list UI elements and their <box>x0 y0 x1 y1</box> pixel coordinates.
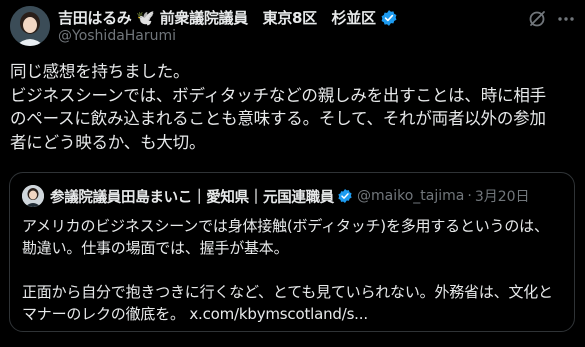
quoted-tweet[interactable]: 参議院議員田島まいこ｜愛知県｜元国連職員 @maiko_tajima · 3月2… <box>9 172 575 332</box>
separator-dot: · <box>467 188 472 204</box>
quoted-tweet-date[interactable]: 3月20日 <box>475 186 530 206</box>
author-handle[interactable]: @YoshidaHarumi <box>58 28 176 44</box>
grok-icon[interactable] <box>527 9 547 29</box>
tweet-text-line: 者にどう映るか、も大切。 <box>10 132 206 152</box>
quoted-text-line: 勘違い。仕事の場面では、握手が基本。 <box>22 239 289 257</box>
tweet-text-line: 同じ感想を持ちました。 <box>10 62 190 81</box>
quoted-tweet-text: アメリカのビジネスシーンでは身体接触(ボディタッチ)を多用するというのは、 勘違… <box>22 215 568 325</box>
author-name-row[interactable]: 吉田はるみ 🕊️ 前衆議院議員 東京8区 杉並区 <box>58 7 398 28</box>
quoted-text-line: マナーのレクの徹底を。 x.com/kbymscotland/s... <box>22 305 368 323</box>
verified-badge-icon <box>380 9 398 27</box>
quoted-author-avatar[interactable] <box>22 185 44 207</box>
tweet-text: 同じ感想を持ちました。 ビジネスシーンでは、ボディタッチなどの親しみを出すことは… <box>10 60 578 154</box>
tweet-text-line: のペースに飲み込まれることも意味する。そして、それが両者以外の参加 <box>10 109 546 128</box>
quoted-tweet-header: 参議院議員田島まいこ｜愛知県｜元国連職員 @maiko_tajima · 3月2… <box>22 185 530 207</box>
author-display-name[interactable]: 吉田はるみ 🕊️ 前衆議院議員 東京8区 杉並区 <box>58 7 376 28</box>
more-options-icon[interactable] <box>556 9 576 29</box>
author-avatar[interactable] <box>10 6 50 46</box>
tweet: 吉田はるみ 🕊️ 前衆議院議員 東京8区 杉並区 @YoshidaHarumi … <box>0 0 585 347</box>
quoted-author-name[interactable]: 参議院議員田島まいこ｜愛知県｜元国連職員 <box>50 186 334 207</box>
quoted-text-line: アメリカのビジネスシーンでは身体接触(ボディタッチ)を多用するというのは、 <box>22 217 549 235</box>
quoted-author-handle[interactable]: @maiko_tajima <box>357 188 464 204</box>
tweet-text-line: ビジネスシーンでは、ボディタッチなどの親しみを出すことは、時に相手 <box>10 85 546 105</box>
verified-badge-icon <box>337 188 353 204</box>
quoted-text-line <box>22 259 568 281</box>
quoted-text-line: 正面から自分で抱きつきに行くなど、とても見ていられない。外務省は、文化と <box>22 283 553 301</box>
